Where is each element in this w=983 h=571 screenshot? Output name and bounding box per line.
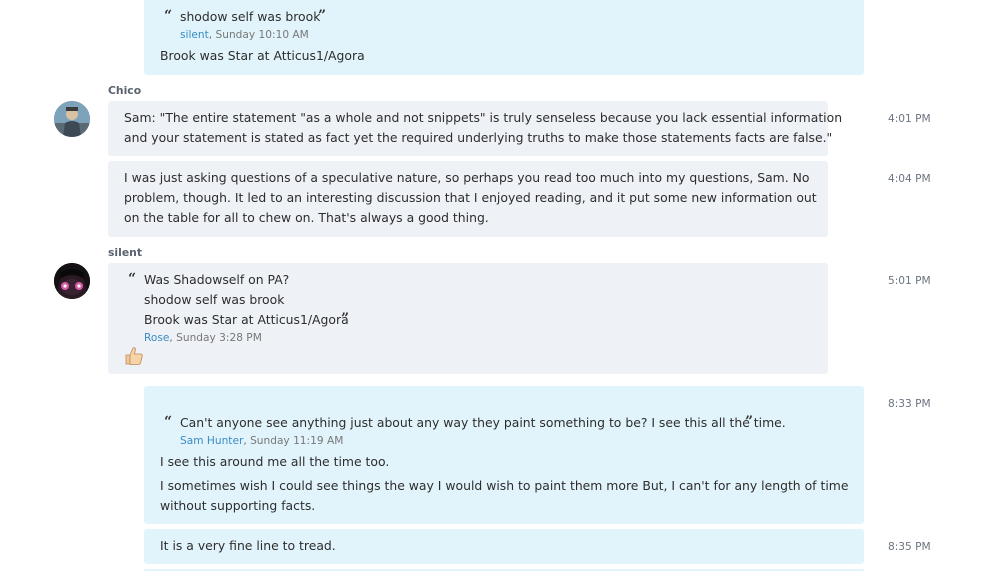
quoted-text-line: Was Shadowself on PA?: [144, 272, 290, 287]
message-timestamp: 4:04 PM: [888, 173, 931, 185]
message-text: It is a very fine line to tread.: [160, 538, 336, 553]
sender-name-chico: Chico: [108, 84, 142, 97]
avatar-chico[interactable]: [54, 101, 90, 137]
avatar-silent[interactable]: [54, 263, 90, 299]
open-quote-icon: “: [128, 271, 137, 287]
message-text-line: I sometimes wish I could see things the …: [160, 478, 849, 493]
quote-timestamp: , Sunday 3:28 PM: [169, 332, 262, 344]
quote-meta: silent, Sunday 10:10 AM: [180, 28, 309, 42]
message-timestamp: 8:35 PM: [888, 541, 931, 553]
close-quote-icon: ”: [745, 414, 754, 430]
quote-author-link[interactable]: Rose: [144, 332, 169, 344]
person-photo-icon: [54, 101, 90, 137]
quote-author-link[interactable]: Sam Hunter: [180, 435, 243, 447]
quoted-text: Can't anyone see anything just about any…: [180, 415, 786, 430]
quote-timestamp: , Sunday 10:10 AM: [208, 29, 309, 41]
message-text-line: Sam: "The entire statement "as a whole a…: [124, 110, 843, 125]
close-quote-icon: ”: [341, 311, 350, 327]
quoted-text-line: shodow self was brook: [144, 292, 285, 307]
anime-avatar-icon: [54, 263, 90, 299]
message-text-line: without supporting facts.: [160, 498, 316, 513]
open-quote-icon: “: [164, 414, 173, 430]
message-text-line: and your statement is stated as fact yet…: [124, 130, 833, 145]
quoted-text: shodow self was brook: [180, 9, 321, 24]
open-quote-icon: “: [164, 8, 173, 24]
close-quote-icon: ”: [318, 8, 327, 24]
message-timestamp: 8:33 PM: [888, 398, 931, 410]
quote-meta: Sam Hunter, Sunday 11:19 AM: [180, 434, 343, 448]
thumbs-up-icon[interactable]: [123, 345, 145, 367]
quote-timestamp: , Sunday 11:19 AM: [243, 435, 344, 447]
quote-meta: Rose, Sunday 3:28 PM: [144, 331, 262, 345]
message-text-line: I was just asking questions of a specula…: [124, 170, 810, 185]
message-timestamp: 4:01 PM: [888, 113, 931, 125]
message-text-line: problem, though. It led to an interestin…: [124, 190, 817, 205]
message-text: Brook was Star at Atticus1/Agora: [160, 48, 365, 63]
quote-author-link[interactable]: silent: [180, 29, 209, 41]
quoted-text-line: Brook was Star at Atticus1/Agora: [144, 312, 349, 327]
message-text-line: I see this around me all the time too.: [160, 454, 390, 469]
message-text-line: on the table for all to chew on. That's …: [124, 210, 489, 225]
message-timestamp: 5:01 PM: [888, 275, 931, 287]
sender-name-silent: silent: [108, 246, 142, 259]
